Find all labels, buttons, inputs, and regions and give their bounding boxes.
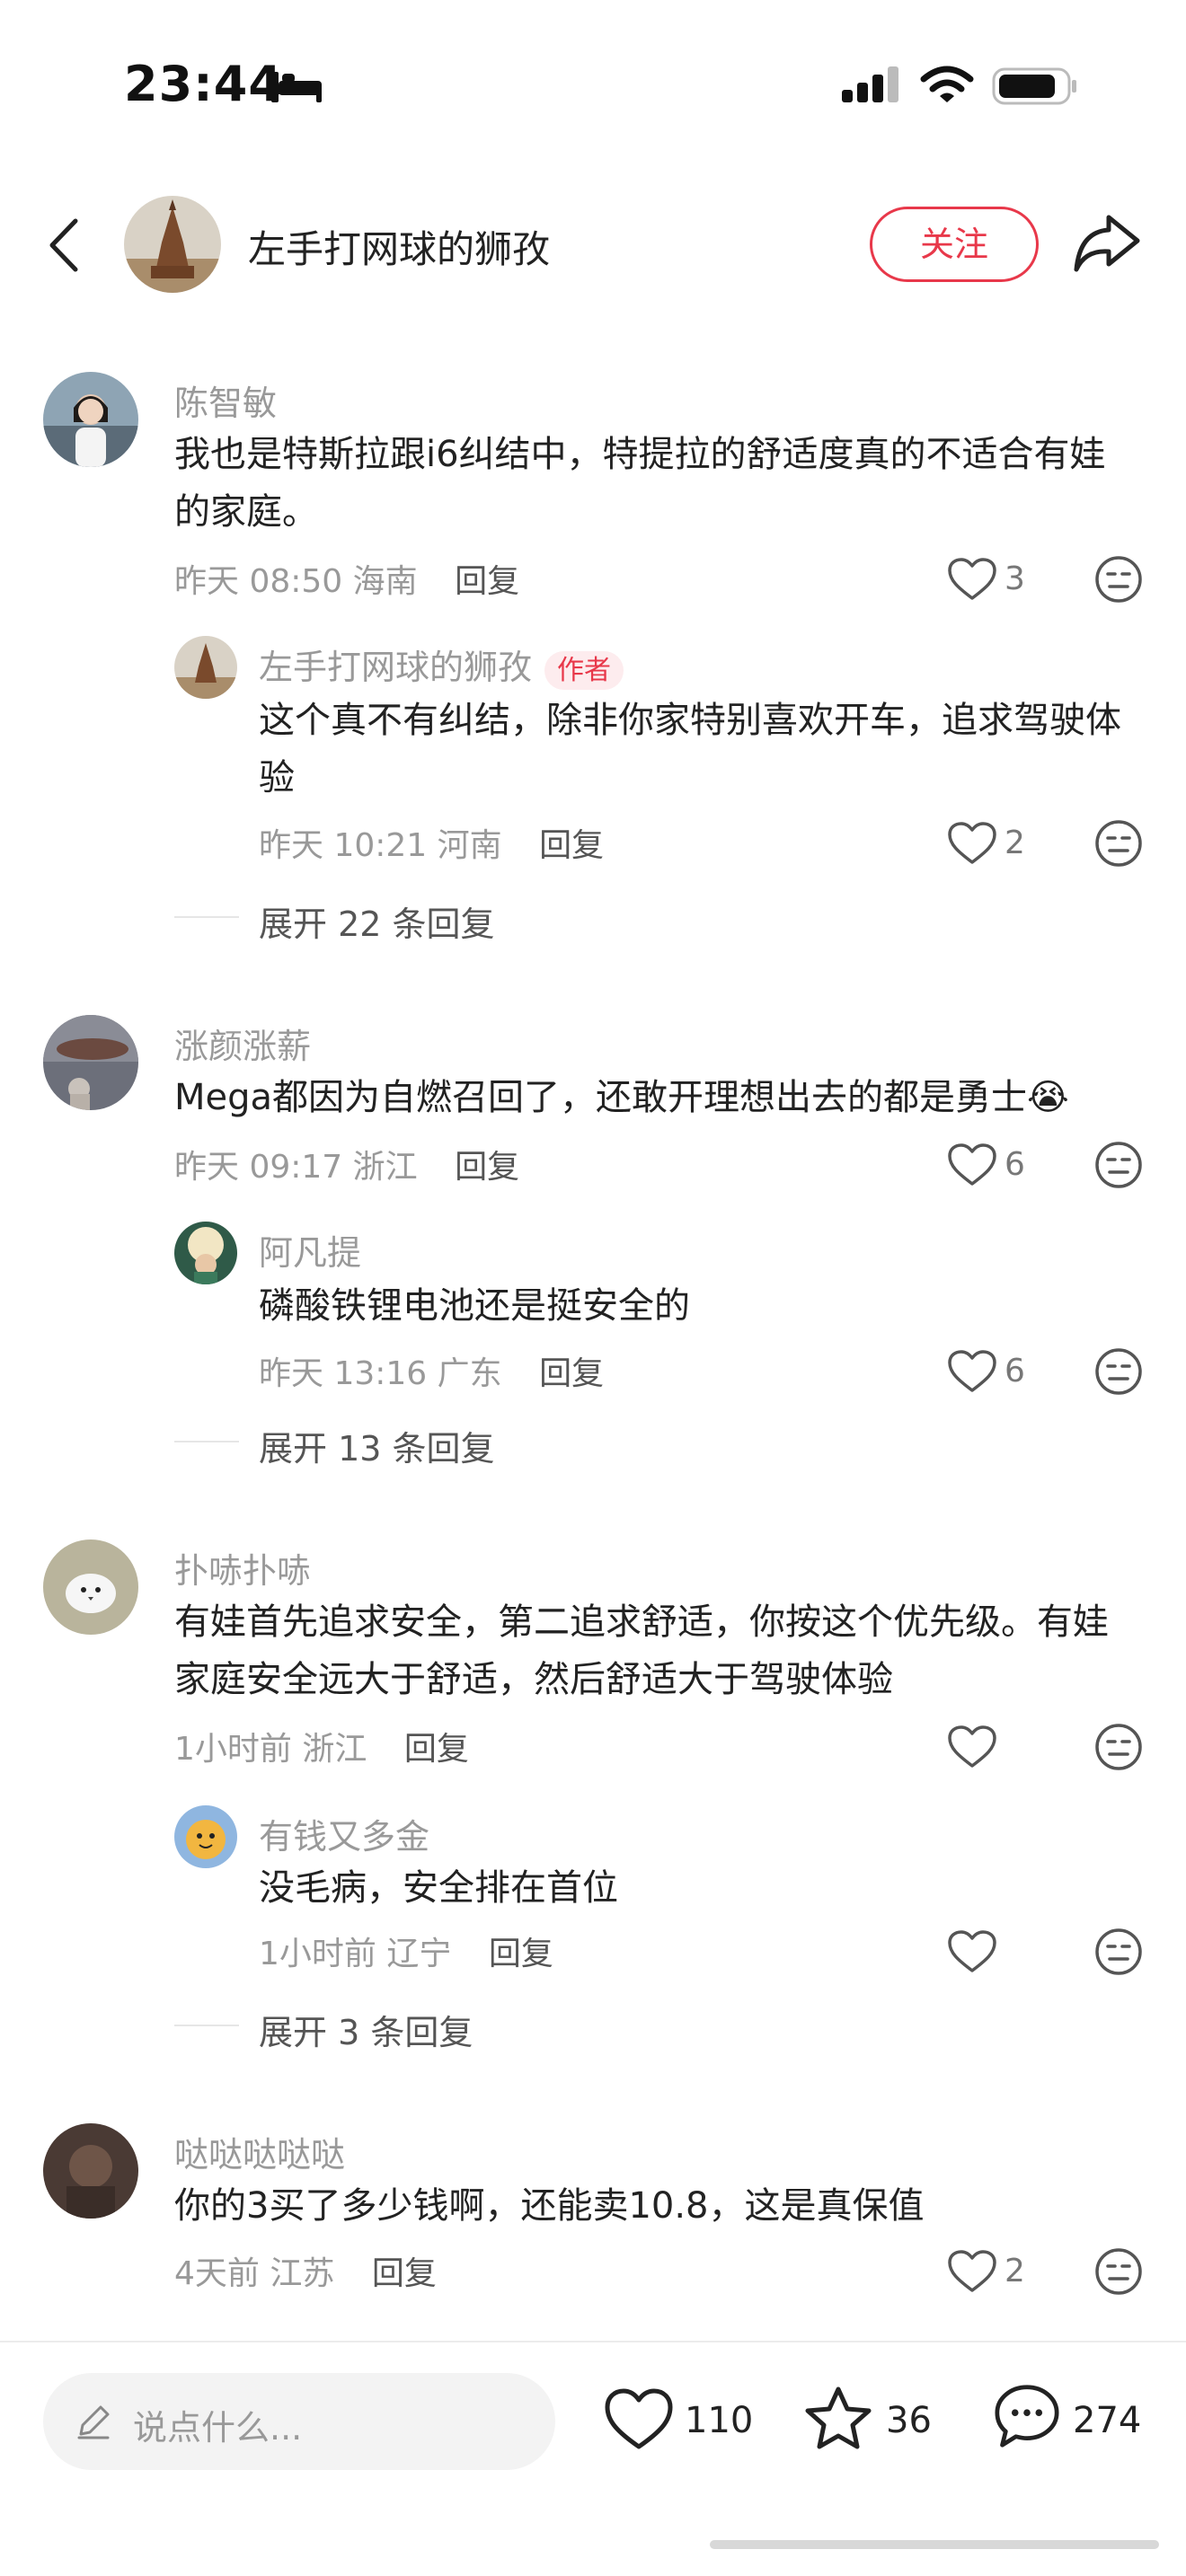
emoji-icon[interactable] [1094, 555, 1143, 604]
heart-icon[interactable] [947, 1142, 997, 1187]
expand-divider [174, 1441, 239, 1442]
avatar[interactable] [174, 1805, 237, 1868]
heart-icon[interactable] [947, 1725, 997, 1769]
reply-button[interactable]: 回复 [455, 1149, 519, 1186]
battery-icon [992, 67, 1076, 105]
reply-meta: 昨天 10:21 河南 回复 [259, 819, 604, 866]
reply-username[interactable]: 有钱又多金 [259, 1809, 429, 1858]
comment-text: 有娃首先追求安全，第二追求舒适，你按这个优先级。有娃家庭安全远大于舒适，然后舒适… [174, 1601, 1109, 1700]
emoji-icon[interactable] [1094, 1723, 1143, 1771]
comment-location: 江苏 [270, 2255, 335, 2292]
comment-location: 浙江 [352, 1149, 418, 1186]
emoji-icon[interactable] [1094, 819, 1143, 868]
avatar[interactable] [174, 1222, 237, 1284]
expand-replies-button[interactable]: 展开 3 条回复 [259, 2005, 473, 2054]
comment-username[interactable]: 哒哒哒哒哒 [174, 2127, 345, 2176]
reply-text: 没毛病，安全排在首位 [259, 1867, 618, 1909]
author-name[interactable]: 左手打网球的狮孜 [248, 219, 550, 274]
comment-time: 1小时前 [174, 1731, 292, 1768]
avatar[interactable] [43, 2123, 138, 2219]
like-count: 2 [1005, 2253, 1025, 2289]
share-icon[interactable] [1073, 212, 1141, 275]
comment-meta: 昨天 09:17 浙江 回复 [174, 1141, 519, 1187]
like-count: 3 [1005, 560, 1025, 597]
comment-meta: 昨天 08:50 海南 回复 [174, 555, 519, 602]
chat-icon[interactable] [992, 2384, 1062, 2448]
reply-meta: 1小时前 辽宁 回复 [259, 1928, 553, 1974]
comment-input[interactable]: 说点什么... [43, 2373, 555, 2470]
avatar[interactable] [43, 1015, 138, 1110]
expand-divider [174, 916, 239, 918]
like-count: 6 [1005, 1353, 1025, 1389]
follow-button[interactable]: 关注 [870, 207, 1039, 282]
bed-icon [271, 72, 322, 102]
comment-location: 浙江 [302, 1731, 367, 1768]
reply-username[interactable]: 阿凡提 [259, 1225, 361, 1275]
like-post-icon[interactable] [604, 2387, 674, 2452]
avatar[interactable] [43, 372, 138, 467]
back-button[interactable] [43, 216, 86, 275]
reply-time: 1小时前 [259, 1936, 376, 1972]
comment-text: Mega都因为自燃召回了，还敢开理想出去的都是勇士😭 [174, 1077, 1069, 1118]
expand-divider [174, 2025, 239, 2026]
comment-meta: 4天前 江苏 回复 [174, 2247, 437, 2294]
reply-location: 河南 [437, 827, 502, 864]
reply-username: 左手打网球的狮孜 作者 [259, 640, 624, 690]
comment-count: 274 [1073, 2400, 1142, 2441]
input-placeholder: 说点什么... [133, 2408, 303, 2448]
emoji-icon[interactable] [1094, 2247, 1143, 2296]
avatar[interactable] [43, 1539, 138, 1635]
reply-button[interactable]: 回复 [372, 2255, 437, 2292]
reply-button[interactable]: 回复 [404, 1731, 469, 1768]
heart-icon[interactable] [947, 2249, 997, 2294]
author-avatar[interactable] [124, 196, 221, 293]
emoji-icon[interactable] [1094, 1928, 1143, 1976]
signal-icon [842, 66, 898, 102]
wifi-icon [920, 66, 974, 102]
heart-icon[interactable] [947, 821, 997, 866]
heart-icon[interactable] [947, 1349, 997, 1394]
like-count: 2 [1005, 825, 1025, 861]
like-count: 110 [685, 2400, 754, 2441]
reply-location: 广东 [437, 1355, 502, 1392]
comment-username[interactable]: 陈智敏 [174, 375, 277, 425]
comment-location: 海南 [352, 563, 418, 600]
heart-icon[interactable] [947, 557, 997, 602]
emoji-icon[interactable] [1094, 1347, 1143, 1396]
emoji-icon[interactable] [1094, 1141, 1143, 1189]
star-count: 36 [886, 2400, 932, 2441]
comment-time: 昨天 08:50 [174, 563, 343, 600]
comment-text: 我也是特斯拉跟i6纠结中，特提拉的舒适度真的不适合有娃的家庭。 [174, 434, 1106, 533]
expand-replies-button[interactable]: 展开 13 条回复 [259, 1421, 495, 1470]
reply-text: 这个真不有纠结，除非你家特别喜欢开车，追求驾驶体验 [259, 700, 1121, 798]
heart-icon[interactable] [947, 1929, 997, 1974]
author-badge: 作者 [544, 651, 624, 690]
reply-meta: 昨天 13:16 广东 回复 [259, 1347, 604, 1394]
reply-button[interactable]: 回复 [455, 563, 519, 600]
reply-time: 昨天 13:16 [259, 1355, 428, 1392]
reply-button[interactable]: 回复 [539, 827, 604, 864]
reply-button[interactable]: 回复 [539, 1355, 604, 1392]
reply-username-text[interactable]: 左手打网球的狮孜 [259, 648, 532, 687]
reply-button[interactable]: 回复 [489, 1936, 553, 1972]
comment-text: 你的3买了多少钱啊，还能卖10.8，这是真保值 [174, 2185, 925, 2227]
reply-location: 辽宁 [386, 1936, 452, 1972]
comment-username[interactable]: 涨颜涨薪 [174, 1019, 311, 1068]
home-indicator [710, 2540, 1159, 2549]
status-time: 23:44 [124, 56, 283, 112]
star-icon[interactable] [803, 2386, 873, 2450]
comment-time: 昨天 09:17 [174, 1149, 343, 1186]
pencil-icon [77, 2405, 110, 2439]
reply-text: 磷酸铁锂电池还是挺安全的 [259, 1285, 690, 1327]
avatar[interactable] [174, 636, 237, 699]
comment-username[interactable]: 扑哧扑哧 [174, 1543, 311, 1592]
like-count: 6 [1005, 1146, 1025, 1183]
comment-time: 4天前 [174, 2255, 260, 2292]
reply-time: 昨天 10:21 [259, 827, 428, 864]
comment-meta: 1小时前 浙江 回复 [174, 1723, 469, 1769]
expand-replies-button[interactable]: 展开 22 条回复 [259, 896, 495, 946]
